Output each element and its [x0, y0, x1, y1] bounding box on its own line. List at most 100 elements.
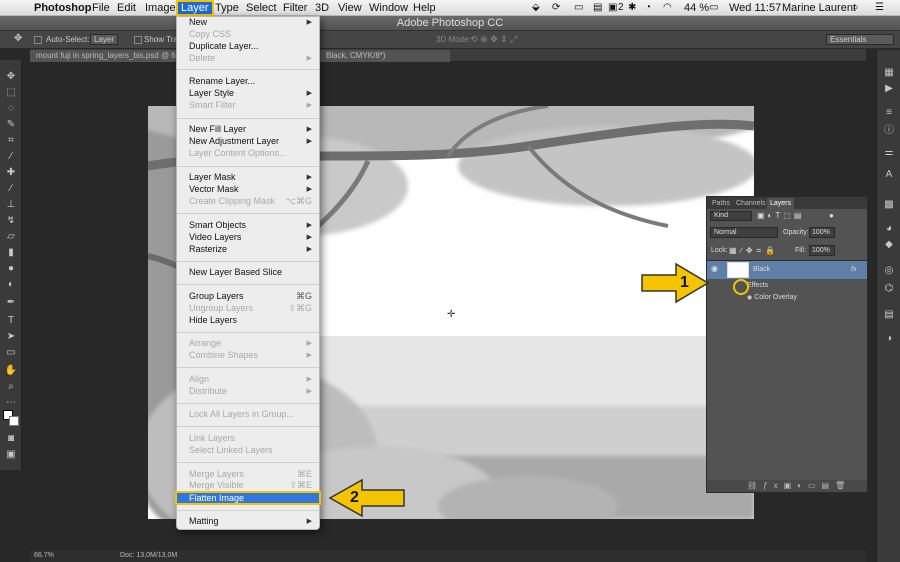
3d-mode-icons[interactable]: ⟲ ⊕ ✥ ⇕ ⤢	[470, 34, 517, 45]
lasso-tool-icon[interactable]: ◌	[4, 102, 18, 116]
clipboard-icon[interactable]: ▤	[593, 1, 602, 15]
type-tool-icon[interactable]: T	[4, 314, 18, 328]
paths-panel-icon[interactable]: ⌬	[882, 282, 896, 296]
swatches-panel-icon[interactable]: ▩	[882, 198, 896, 212]
menu-item-new-adjustment-layer[interactable]: New Adjustment Layer ▶	[177, 136, 319, 147]
notification-icon[interactable]: ▣	[608, 1, 617, 15]
eraser-tool-icon[interactable]: ▱	[4, 230, 18, 244]
more-tools-icon[interactable]: ⋯	[4, 396, 18, 410]
menu-item-hide-layers[interactable]: Hide Layers	[177, 315, 319, 326]
user-name[interactable]: Marine Laurent	[782, 1, 856, 15]
display-icon[interactable]: ▭	[574, 1, 583, 15]
tab-paths[interactable]: Paths	[709, 198, 733, 209]
stamp-tool-icon[interactable]: ⊥	[4, 198, 18, 212]
opacity-input[interactable]: 100%	[809, 227, 835, 238]
menu-image[interactable]: Image	[145, 1, 176, 15]
effect-eye-icon[interactable]: ◉	[747, 295, 752, 301]
notification-center-icon[interactable]: ☰	[875, 1, 884, 15]
marquee-tool-icon[interactable]: ⬚	[4, 86, 18, 100]
screen-mode-icon[interactable]: ▣	[4, 448, 18, 462]
libraries-panel-icon[interactable]: ▤	[882, 308, 896, 322]
layers-panel-icon[interactable]: ◆	[882, 238, 896, 252]
layer-row-black[interactable]: ◉ Black fx	[707, 261, 867, 279]
spotlight-icon[interactable]: ⌕	[853, 1, 859, 15]
move-tool-icon[interactable]: ✥	[14, 33, 22, 44]
document-tab-active[interactable]: Black, CMYK/8*)	[320, 50, 450, 62]
fill-input[interactable]: 100%	[809, 245, 835, 256]
dodge-tool-icon[interactable]: ◐	[4, 278, 18, 292]
menu-item-flatten-image[interactable]: Flatten Image	[175, 491, 321, 505]
pen-tool-icon[interactable]: ✒	[4, 296, 18, 310]
menu-item-smart-objects[interactable]: Smart Objects ▶	[177, 220, 319, 231]
menu-item-rename-layer[interactable]: Rename Layer...	[177, 76, 319, 87]
battery-icon[interactable]: ▭	[709, 1, 718, 15]
styles-panel-icon[interactable]: ◑	[882, 332, 896, 346]
clock[interactable]: Wed 11:57	[729, 1, 781, 15]
filter-kind-dropdown[interactable]: Kind	[710, 211, 752, 221]
layers-panel-footer-icons[interactable]: ⛓ƒx▣◐▭▤🗑	[707, 480, 867, 492]
menu-type[interactable]: Type	[215, 1, 239, 15]
background-color-swatch[interactable]	[9, 416, 19, 426]
wifi-icon[interactable]: ◠	[663, 1, 672, 15]
healing-tool-icon[interactable]: ✚	[4, 166, 18, 180]
zoom-level[interactable]: 66.7%	[34, 552, 54, 559]
tab-channels[interactable]: Channels	[733, 198, 769, 209]
bluetooth-icon[interactable]: ✱	[628, 1, 636, 15]
menu-help[interactable]: Help	[413, 1, 436, 15]
brush-tool-icon[interactable]: ∕	[4, 182, 18, 196]
menu-item-new-layer-based-slice[interactable]: New Layer Based Slice	[177, 267, 319, 278]
menu-select[interactable]: Select	[246, 1, 277, 15]
dropbox-icon[interactable]: ⬙	[532, 1, 540, 15]
effect-color-overlay-row[interactable]: ◉ Color Overlay	[747, 294, 797, 301]
hand-tool-icon[interactable]: ✋	[4, 364, 18, 378]
document-tab[interactable]: mount fuji in spring_layers_bis.psd @ 66…	[30, 50, 176, 62]
auto-select-checkbox[interactable]	[34, 36, 42, 44]
rectangle-tool-icon[interactable]: ▭	[4, 346, 18, 360]
effects-row[interactable]: Effects	[747, 282, 768, 289]
menu-filter[interactable]: Filter	[283, 1, 307, 15]
filter-toggle-icon[interactable]: ●	[829, 211, 834, 220]
menu-item-duplicate-layer[interactable]: Duplicate Layer...	[177, 41, 319, 52]
lock-icons[interactable]: ▦∕✥⌗🔒	[729, 246, 779, 256]
menu-3d[interactable]: 3D	[315, 1, 329, 15]
tab-layers[interactable]: Layers	[767, 198, 795, 209]
filter-icons[interactable]: ▣◐T⬚▤	[757, 211, 804, 220]
blend-mode-dropdown[interactable]: Normal	[710, 227, 778, 238]
menu-layer[interactable]: Layer	[176, 0, 214, 16]
menu-app-photoshop[interactable]: Photoshop	[34, 1, 91, 15]
menu-item-layer-style[interactable]: Layer Style ▶	[177, 88, 319, 99]
menu-item-group-layers[interactable]: Group Layers ⌘G	[177, 291, 319, 302]
quick-mask-icon[interactable]: ◙	[4, 432, 18, 446]
show-transform-checkbox[interactable]	[134, 36, 142, 44]
menu-item-vector-mask[interactable]: Vector Mask ▶	[177, 184, 319, 195]
gradient-tool-icon[interactable]: ▮	[4, 246, 18, 260]
menu-edit[interactable]: Edit	[117, 1, 136, 15]
history-brush-icon[interactable]: ↯	[4, 214, 18, 228]
menu-item-new-fill-layer[interactable]: New Fill Layer ▶	[177, 124, 319, 135]
history-panel-icon[interactable]: ▦	[882, 66, 896, 80]
path-select-tool-icon[interactable]: ➤	[4, 330, 18, 344]
visibility-eye-icon[interactable]: ◉	[711, 264, 718, 273]
doc-size[interactable]: Doc: 13,0M/13,0M	[120, 552, 177, 559]
eyedropper-tool-icon[interactable]: ⁄	[4, 150, 18, 164]
menu-item-matting[interactable]: Matting ▶	[177, 516, 319, 527]
menu-window[interactable]: Window	[369, 1, 408, 15]
adjustments-panel-icon[interactable]: ⚌	[882, 146, 896, 160]
menu-item-rasterize[interactable]: Rasterize ▶	[177, 244, 319, 255]
menu-file[interactable]: File	[92, 1, 110, 15]
actions-panel-icon[interactable]: ▶	[882, 82, 896, 96]
sync-icon[interactable]: ⟳	[552, 1, 560, 15]
quick-select-tool-icon[interactable]: ✎	[4, 118, 18, 132]
move-tool-icon[interactable]: ✥	[4, 70, 18, 84]
blur-tool-icon[interactable]: ●	[4, 262, 18, 276]
properties-panel-icon[interactable]: ≡	[882, 106, 896, 120]
auto-select-dropdown[interactable]: Layer	[90, 34, 119, 45]
menu-item-new[interactable]: New ▶	[177, 17, 319, 28]
color-panel-icon[interactable]: ◕	[882, 222, 896, 236]
info-panel-icon[interactable]: ⓘ	[882, 124, 896, 138]
channels-panel-icon[interactable]: ◎	[882, 264, 896, 278]
menu-item-video-layers[interactable]: Video Layers ▶	[177, 232, 319, 243]
menu-item-layer-mask[interactable]: Layer Mask ▶	[177, 172, 319, 183]
crop-tool-icon[interactable]: ⌗	[4, 134, 18, 148]
character-panel-icon[interactable]: A	[882, 168, 896, 182]
